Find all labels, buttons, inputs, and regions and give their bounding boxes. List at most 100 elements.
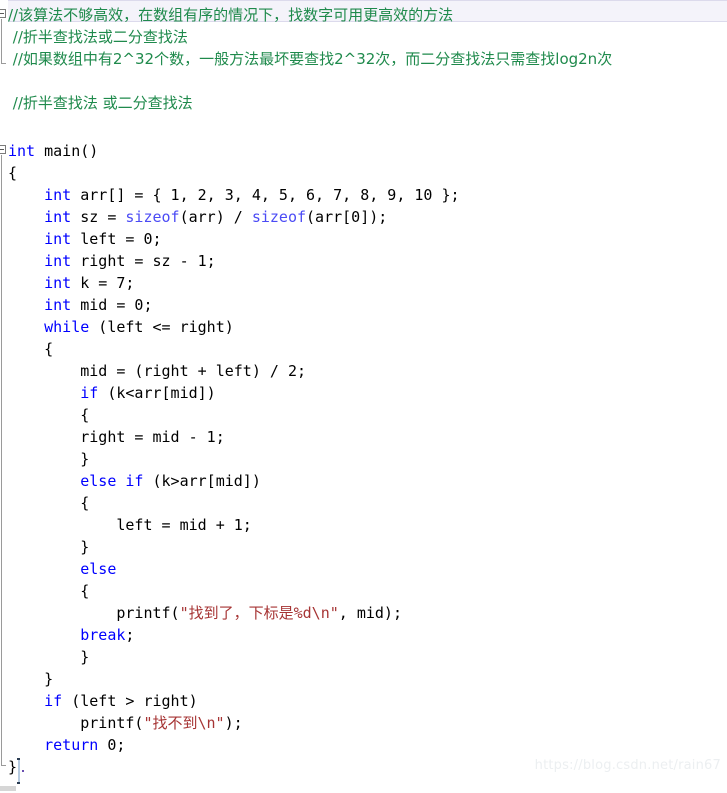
code-line[interactable]: int left = 0; [0,228,727,250]
token-plain: (k<arr[mid]) [98,384,216,402]
code-line[interactable]: if (left > right) [0,690,727,712]
code-line[interactable]: if (k<arr[mid]) [0,382,727,404]
token-kw: int [8,230,72,248]
token-plain: right = mid - 1; [8,428,225,446]
token-kw: int [8,274,72,292]
token-kw: int [8,296,72,314]
code-line[interactable]: } [0,668,727,690]
code-line-text: printf("找到了，下标是%d\n", mid); [0,602,402,624]
code-line-text: { [0,580,89,602]
code-line-text: if (k<arr[mid]) [0,382,216,404]
code-line[interactable]: { [0,404,727,426]
code-line[interactable]: return 0; [0,734,727,756]
token-kw: else [8,560,117,578]
code-line-text: int k = 7; [0,272,134,294]
token-kw: while [8,318,90,336]
token-plain: ; [125,626,135,644]
token-kw2: sizeof [125,208,180,226]
code-line[interactable]: { [0,338,727,360]
code-line-text: int main() [0,140,98,162]
code-line[interactable] [0,114,727,136]
code-line-text: int arr[] = { 1, 2, 3, 4, 5, 6, 7, 8, 9,… [0,184,460,206]
code-line-text: //该算法不够高效，在数组有序的情况下，找数字可用更高效的方法 [0,4,453,26]
token-plain: mid = (right + left) / 2; [8,362,307,380]
code-line[interactable]: break; [0,624,727,646]
code-line-text: while (left <= right) [0,316,234,338]
code-line[interactable]: mid = (right + left) / 2; [0,360,727,382]
token-plain: main() [35,142,99,160]
token-plain: } [8,758,18,776]
code-line[interactable]: printf("找到了，下标是%d\n", mid); [0,602,727,624]
code-line[interactable]: int sz = sizeof(arr) / sizeof(arr[0]); [0,206,727,228]
code-line[interactable]: { [0,580,727,602]
token-plain: left = 0; [71,230,162,248]
code-line[interactable]: } [0,536,727,558]
code-line[interactable]: int main() [0,140,727,162]
token-plain: right = sz - 1; [71,252,216,270]
token-plain: , mid); [338,604,402,622]
code-line-text: //折半查找法或二分查找法 [0,26,188,48]
token-plain: arr[] = { 1, 2, 3, 4, 5, 6, 7, 8, 9, 10 … [71,186,460,204]
token-plain: mid = 0; [71,296,153,314]
csdn-watermark: https://blog.csdn.net/rain67 [534,758,721,773]
code-line[interactable]: left = mid + 1; [0,514,727,536]
code-line-text: else if (k>arr[mid]) [0,470,261,492]
code-line[interactable]: printf("找不到\n"); [0,712,727,734]
code-lines[interactable]: //该算法不够高效，在数组有序的情况下，找数字可用更高效的方法 //折半查找法或… [0,0,727,793]
code-line-text: int mid = 0; [0,294,153,316]
code-line-text: } [0,448,89,470]
token-kw: int [8,142,36,160]
code-line[interactable] [0,70,727,92]
token-kw: int [8,208,72,226]
code-line-text: //如果数组中有2^32个数，一般方法最坏要查找2^32次，而二分查找法只需查找… [0,48,612,70]
code-line[interactable]: int arr[] = { 1, 2, 3, 4, 5, 6, 7, 8, 9,… [0,184,727,206]
token-cmt: //折半查找法 或二分查找法 [8,94,193,112]
code-line[interactable]: while (left <= right) [0,316,727,338]
code-line-text: } [0,536,89,558]
code-line-text: printf("找不到\n"); [0,712,242,734]
code-line[interactable]: } [0,448,727,470]
code-line[interactable]: { [0,492,727,514]
token-kw: int [8,186,72,204]
code-line-text: if (left > right) [0,690,198,712]
code-line[interactable]: else [0,558,727,580]
code-line[interactable]: int mid = 0; [0,294,727,316]
code-line-text: } [0,668,53,690]
code-line[interactable]: //该算法不够高效，在数组有序的情况下，找数字可用更高效的方法 [0,4,727,26]
token-plain: (left > right) [62,692,198,710]
code-line[interactable]: int right = sz - 1; [0,250,727,272]
token-plain: (left <= right) [89,318,234,336]
code-line-text: int left = 0; [0,228,162,250]
code-line-text: int right = sz - 1; [0,250,216,272]
code-editor-surface[interactable]: //该算法不够高效，在数组有序的情况下，找数字可用更高效的方法 //折半查找法或… [0,0,727,793]
code-line[interactable]: else if (k>arr[mid]) [0,470,727,492]
code-line-text: return 0; [0,734,125,756]
token-kw: else if [8,472,144,490]
code-line[interactable]: } [0,646,727,668]
code-line[interactable]: //折半查找法 或二分查找法 [0,92,727,114]
token-cmt: //该算法不够高效，在数组有序的情况下，找数字可用更高效的方法 [8,6,454,24]
token-plain: { [8,164,18,182]
code-line-text: } [0,756,17,778]
token-kw2: sizeof [251,208,307,226]
token-plain: } [8,450,90,468]
code-line[interactable]: //如果数组中有2^32个数，一般方法最坏要查找2^32次，而二分查找法只需查找… [0,48,727,70]
code-line-text: else [0,558,116,580]
code-line[interactable]: int k = 7; [0,272,727,294]
token-plain: } [8,538,90,556]
token-plain: (k>arr[mid]) [143,472,261,490]
token-cmt: //折半查找法或二分查找法 [8,28,188,46]
code-line-text: { [0,492,89,514]
code-line[interactable]: { [0,162,727,184]
token-str: "找不到\n" [143,714,225,732]
token-plain: (arr) / [179,208,252,226]
code-line[interactable]: right = mid - 1; [0,426,727,448]
code-line-text: right = mid - 1; [0,426,225,448]
code-line[interactable]: //折半查找法或二分查找法 [0,26,727,48]
token-plain: } [8,670,54,688]
token-plain: { [8,582,90,600]
token-kw: break [8,626,126,644]
token-plain: sz = [71,208,126,226]
token-kw: int [8,252,72,270]
code-line-text: } [0,646,89,668]
